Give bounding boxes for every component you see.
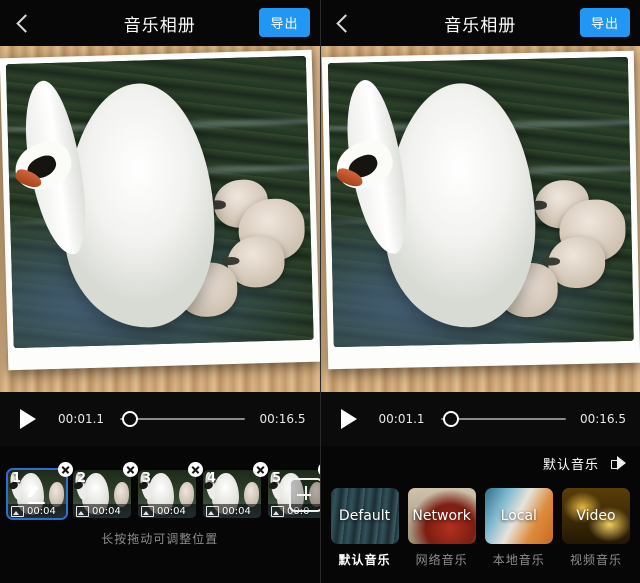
chevron-left-icon (336, 13, 355, 33)
current-music-row[interactable]: 默认音乐 (543, 454, 628, 473)
screenshot-root: 音乐相册 导出 00:01.1 00:16.5 1 00:04 2 00:04 … (0, 0, 640, 583)
panel-music: 音乐相册 导出 00:01.1 00:16.5 默认音乐 Default 默认音… (319, 0, 640, 583)
clip-thumbnail[interactable]: 2 00:04 (73, 462, 138, 518)
chevron-left-icon (15, 13, 35, 33)
drag-hint: 长按拖动可调整位置 (101, 532, 219, 546)
slider-track (120, 418, 246, 420)
clip-index: 1 (12, 471, 22, 486)
close-icon[interactable] (58, 462, 73, 477)
current-time: 00:01.1 (378, 412, 425, 426)
clip-index: 2 (77, 471, 87, 486)
play-icon[interactable] (340, 409, 357, 429)
music-option-default[interactable]: Default 默认音乐 (330, 488, 399, 568)
slider-knob[interactable] (442, 411, 459, 427)
plus-icon[interactable] (289, 478, 320, 512)
music-cover: Local (484, 488, 553, 544)
progress-slider[interactable] (120, 411, 246, 427)
back-button[interactable] (333, 10, 359, 36)
clip-list: 1 00:04 2 00:04 3 00:04 4 00:04 5 00:0 (8, 462, 320, 518)
music-option-label: 网络音乐 (415, 553, 468, 567)
clip-duration: 00:04 (92, 505, 121, 517)
export-button[interactable]: 导出 (259, 8, 310, 37)
music-picker: 默认音乐 Default 默认音乐 Network 网络音乐 Local 本地音… (320, 446, 640, 583)
back-button[interactable] (12, 10, 38, 36)
clip-strip: 1 00:04 2 00:04 3 00:04 4 00:04 5 00:0 长… (0, 446, 320, 583)
clip-thumbnail[interactable]: 4 00:04 (203, 462, 268, 518)
clip-footer: 00:04 (138, 504, 196, 518)
clip-footer: 00:04 (203, 504, 261, 518)
music-cover: Network (407, 488, 476, 544)
close-icon[interactable] (253, 462, 268, 477)
clip-preview: 2 00:04 (73, 470, 131, 518)
music-option-list: Default 默认音乐 Network 网络音乐 Local 本地音乐 Vid… (330, 488, 631, 568)
clip-index: 4 (207, 471, 217, 486)
music-option-video[interactable]: Video 视频音乐 (561, 488, 630, 568)
preview-canvas-left[interactable] (0, 46, 320, 392)
export-button[interactable]: 导出 (579, 8, 630, 37)
music-option-label: 视频音乐 (569, 553, 622, 567)
image-icon (76, 505, 89, 517)
slider-knob[interactable] (122, 411, 139, 427)
close-icon[interactable] (188, 462, 203, 477)
total-time: 00:16.5 (259, 412, 306, 426)
swan-photo (5, 55, 314, 349)
slider-track (440, 418, 566, 420)
panel-clips: 音乐相册 导出 00:01.1 00:16.5 1 00:04 2 00:04 … (0, 0, 320, 583)
clip-thumbnail[interactable]: 3 00:04 (138, 462, 203, 518)
preview-canvas-right[interactable] (320, 46, 640, 392)
music-cover: Video (561, 488, 630, 544)
clip-footer: 00:04 (73, 504, 131, 518)
clip-preview: 1 00:04 (8, 470, 66, 518)
clip-duration: 00:04 (222, 505, 251, 517)
polaroid-frame (0, 49, 320, 371)
clip-duration: 00:04 (27, 505, 56, 517)
close-icon[interactable] (123, 462, 138, 477)
swan-photo (327, 56, 634, 348)
clip-preview: 3 00:04 (138, 470, 196, 518)
music-cover-text: Video (576, 508, 616, 524)
app-header-left: 音乐相册 导出 (0, 0, 320, 46)
pencil-icon[interactable] (26, 483, 48, 505)
clip-duration: 00:04 (157, 505, 186, 517)
clip-thumbnail[interactable]: 1 00:04 (8, 462, 73, 518)
music-option-label: 本地音乐 (492, 553, 545, 567)
progress-slider[interactable] (440, 411, 566, 427)
current-time: 00:01.1 (58, 412, 105, 426)
image-icon (271, 505, 284, 517)
image-icon (141, 505, 154, 517)
music-cover-text: Local (500, 508, 537, 524)
current-music-label: 默认音乐 (542, 458, 599, 473)
music-option-local[interactable]: Local 本地音乐 (484, 488, 553, 568)
playback-bar-right: 00:01.1 00:16.5 (320, 392, 640, 446)
total-time: 00:16.5 (579, 412, 626, 426)
clip-index: 5 (272, 471, 282, 486)
polaroid-frame (321, 50, 640, 370)
clip-preview: 4 00:04 (203, 470, 261, 518)
speaker-mute-icon[interactable] (611, 456, 628, 471)
music-cover: Default (330, 488, 399, 544)
music-cover-text: Network (412, 508, 471, 524)
play-icon[interactable] (20, 409, 36, 429)
clip-index: 3 (142, 471, 152, 486)
playback-bar-left: 00:01.1 00:16.5 (0, 392, 320, 446)
music-option-label: 默认音乐 (338, 553, 391, 567)
image-icon (11, 505, 24, 517)
music-option-network[interactable]: Network 网络音乐 (407, 488, 476, 568)
clip-footer: 00:04 (8, 504, 66, 518)
app-header-right: 音乐相册 导出 (320, 0, 640, 46)
image-icon (206, 505, 219, 517)
music-cover-text: Default (338, 508, 391, 524)
